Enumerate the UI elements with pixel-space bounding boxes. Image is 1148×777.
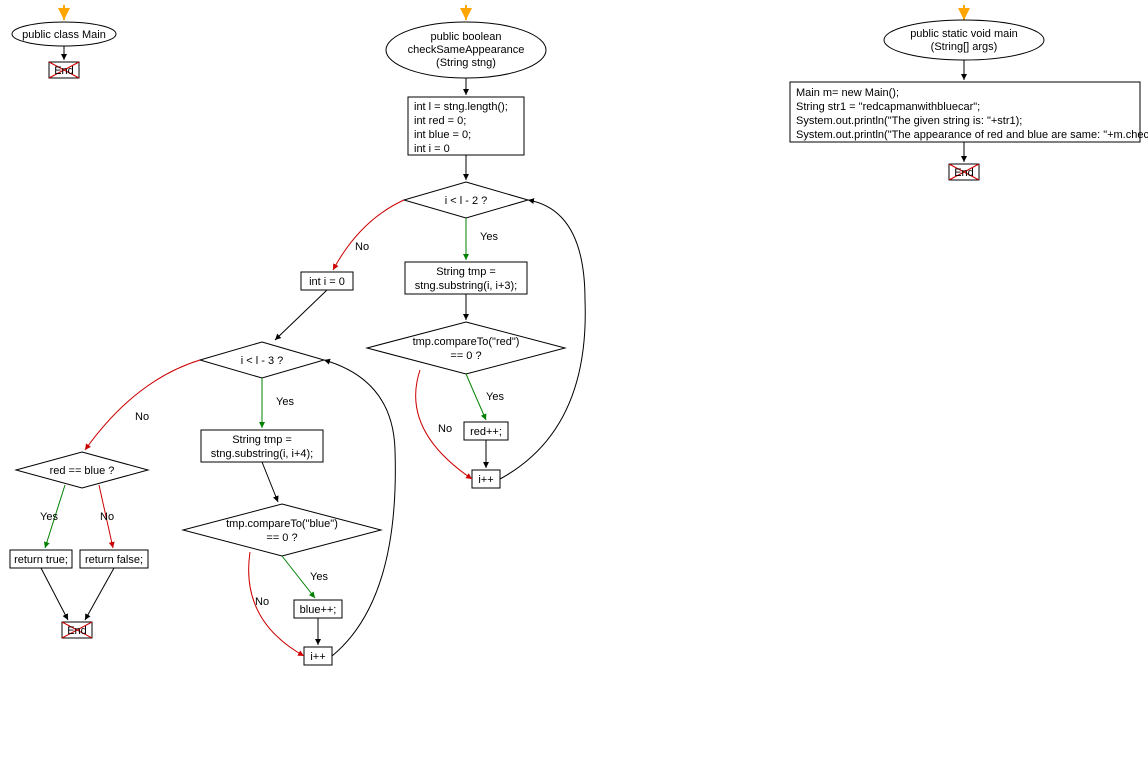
title-text: public class Main — [22, 29, 106, 41]
svg-text:String str1 = "redcapmanwithbl: String str1 = "redcapmanwithbluecar"; — [796, 101, 980, 113]
flowchart-2: public boolean checkSameAppearance (Stri… — [10, 5, 585, 665]
svg-text:i < l - 3 ?: i < l - 3 ? — [241, 355, 284, 367]
cond3-no-edge — [85, 360, 200, 450]
svg-text:(String stng): (String stng) — [436, 57, 496, 69]
cond1-no-edge — [333, 200, 404, 270]
cond4-diamond — [183, 504, 381, 556]
flowchart-3: public static void main (String[] args) … — [790, 5, 1148, 180]
svg-text:Yes: Yes — [480, 231, 498, 243]
svg-text:End: End — [954, 167, 974, 179]
svg-text:== 0 ?: == 0 ? — [450, 350, 481, 362]
svg-text:(String[] args): (String[] args) — [931, 41, 998, 53]
svg-text:String tmp =: String tmp = — [436, 266, 496, 278]
svg-text:int i = 0: int i = 0 — [309, 276, 345, 288]
flowchart-canvas: public class Main End public boolean che… — [0, 0, 1148, 777]
svg-text:Yes: Yes — [310, 571, 328, 583]
title-ellipse — [884, 20, 1044, 60]
svg-text:No: No — [135, 411, 149, 423]
svg-text:Yes: Yes — [486, 391, 504, 403]
svg-text:tmp.compareTo("red"): tmp.compareTo("red") — [413, 336, 520, 348]
end-text: End — [54, 65, 74, 77]
svg-text:i++: i++ — [478, 474, 493, 486]
svg-text:checkSameAppearance: checkSameAppearance — [408, 44, 525, 56]
svg-text:Main m= new Main();: Main m= new Main(); — [796, 87, 899, 99]
svg-text:red++;: red++; — [470, 426, 502, 438]
svg-text:int i = 0: int i = 0 — [414, 143, 450, 155]
cond2-diamond — [367, 322, 565, 374]
end-node-2: End — [62, 622, 92, 638]
svg-text:stng.substring(i, i+3);: stng.substring(i, i+3); — [415, 280, 517, 292]
svg-text:int blue = 0;: int blue = 0; — [414, 129, 471, 141]
svg-text:stng.substring(i, i+4);: stng.substring(i, i+4); — [211, 448, 313, 460]
svg-text:blue++;: blue++; — [300, 604, 337, 616]
svg-text:No: No — [438, 423, 452, 435]
svg-text:public boolean: public boolean — [431, 31, 502, 43]
svg-text:No: No — [255, 596, 269, 608]
svg-text:Yes: Yes — [40, 511, 58, 523]
svg-text:return false;: return false; — [85, 554, 143, 566]
svg-text:No: No — [100, 511, 114, 523]
svg-text:System.out.println("The appear: System.out.println("The appearance of re… — [796, 129, 1148, 141]
end-node-3: End — [949, 164, 979, 180]
svg-text:End: End — [67, 625, 87, 637]
svg-text:i < l - 2 ?: i < l - 2 ? — [445, 195, 488, 207]
svg-text:String tmp =: String tmp = — [232, 434, 292, 446]
svg-text:red == blue ?: red == blue ? — [50, 465, 115, 477]
svg-text:No: No — [355, 241, 369, 253]
flowchart-1: public class Main End — [12, 5, 116, 78]
svg-text:public static void main: public static void main — [910, 28, 1018, 40]
svg-text:int red = 0;: int red = 0; — [414, 115, 466, 127]
svg-text:int l = stng.length();: int l = stng.length(); — [414, 101, 508, 113]
svg-text:i++: i++ — [310, 651, 325, 663]
cond2-yes-edge — [466, 374, 486, 420]
svg-text:== 0 ?: == 0 ? — [266, 532, 297, 544]
svg-text:tmp.compareTo("blue"): tmp.compareTo("blue") — [226, 518, 338, 530]
svg-text:System.out.println("The given: System.out.println("The given string is:… — [796, 115, 1022, 127]
svg-text:return true;: return true; — [14, 554, 68, 566]
svg-text:Yes: Yes — [276, 396, 294, 408]
end-node: End — [49, 62, 79, 78]
